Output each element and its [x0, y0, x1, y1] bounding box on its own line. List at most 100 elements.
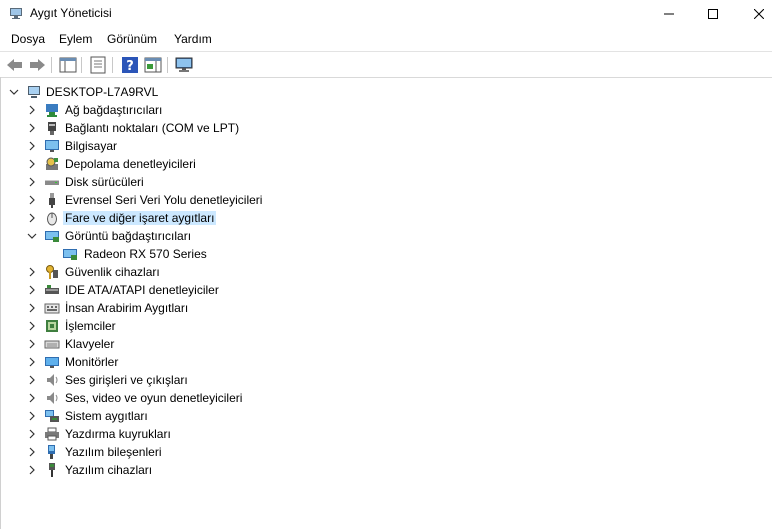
maximize-icon	[708, 8, 718, 19]
chevron-right-icon[interactable]	[26, 122, 38, 134]
tree-item-label: Fare ve diğer işaret aygıtları	[63, 211, 217, 225]
tree-item-keyboards[interactable]: Klavyeler	[0, 335, 320, 353]
speaker-icon	[47, 374, 58, 386]
tree-item-usb-controllers[interactable]: Evrensel Seri Veri Yolu denetleyicileri	[0, 191, 320, 209]
toolbar-separator	[112, 57, 113, 73]
device-manager-app-icon	[10, 8, 22, 19]
tree-item-hid[interactable]: İnsan Arabirim Aygıtları	[0, 299, 320, 317]
menu-gorunum[interactable]: Görünüm	[107, 32, 157, 46]
chevron-right-icon[interactable]	[26, 410, 38, 422]
tree-item-processors[interactable]: İşlemciler	[0, 317, 320, 335]
chevron-right-icon[interactable]	[26, 104, 38, 116]
tree-item-radeon-rx-570[interactable]: Radeon RX 570 Series	[0, 245, 320, 263]
monitor-icon	[45, 357, 59, 368]
chevron-right-icon[interactable]	[26, 374, 38, 386]
chevron-right-icon[interactable]	[26, 338, 38, 350]
printer-icon	[45, 427, 59, 441]
tree-item-label: IDE ATA/ATAPI denetleyiciler	[65, 283, 219, 297]
usb-icon	[49, 193, 55, 208]
forward-arrow-icon[interactable]	[27, 55, 47, 75]
menu-dosya[interactable]: Dosya	[11, 32, 45, 46]
tree-root[interactable]: DESKTOP-L7A9RVL	[0, 83, 300, 101]
chevron-right-icon[interactable]	[26, 212, 38, 224]
chevron-right-icon[interactable]	[26, 194, 38, 206]
tree-item-disk-drives[interactable]: Disk sürücüleri	[0, 173, 300, 191]
tree-item-label: Monitörler	[65, 355, 119, 369]
chevron-right-icon[interactable]	[26, 140, 38, 152]
sound-controller-icon	[47, 392, 58, 404]
tree-item-label: Bilgisayar	[65, 139, 118, 153]
tree-item-computer[interactable]: Bilgisayar	[0, 137, 300, 155]
chevron-right-icon[interactable]	[26, 302, 38, 314]
tree-item-sound-video-game[interactable]: Ses, video ve oyun denetleyicileri	[0, 389, 320, 407]
chevron-right-icon[interactable]	[26, 284, 38, 296]
tree-item-print-queues[interactable]: Yazdırma kuyrukları	[0, 425, 320, 443]
tree-item-ide-controllers[interactable]: IDE ATA/ATAPI denetleyiciler	[0, 281, 320, 299]
tree-item-storage-controllers[interactable]: Depolama denetleyicileri	[0, 155, 300, 173]
menu-eylem[interactable]: Eylem	[59, 32, 92, 46]
display-adapter-icon	[45, 231, 59, 242]
tree-item-software-devices[interactable]: Yazılım cihazları	[0, 461, 320, 479]
minimize-icon	[664, 13, 674, 14]
tree-item-security-devices[interactable]: Güvenlik cihazları	[0, 263, 320, 281]
chevron-down-icon[interactable]	[8, 86, 20, 98]
software-device-icon	[49, 463, 55, 477]
minimize-button[interactable]	[646, 0, 692, 27]
properties-icon[interactable]	[88, 55, 108, 75]
monitor-scan-icon[interactable]	[174, 55, 194, 75]
chevron-right-icon[interactable]	[26, 392, 38, 404]
show-hide-tree-icon[interactable]	[58, 55, 78, 75]
software-component-icon	[48, 445, 55, 459]
device-manager-window: Aygıt Yöneticisi Dosya Eylem Görünüm Yar…	[0, 0, 772, 529]
processor-icon	[46, 320, 58, 332]
tree-item-label: Güvenlik cihazları	[65, 265, 160, 279]
toolbar-separator	[51, 57, 52, 73]
chevron-right-icon[interactable]	[26, 176, 38, 188]
tree-item-display-adapters[interactable]: Görüntü bağdaştırıcıları	[0, 227, 320, 245]
tree-item-label: Bağlantı noktaları (COM ve LPT)	[65, 121, 240, 135]
tree-item-label: Ses, video ve oyun denetleyicileri	[65, 391, 243, 405]
close-icon	[754, 8, 764, 19]
tree-item-label: Klavyeler	[65, 337, 115, 351]
chevron-down-icon[interactable]	[26, 230, 38, 242]
tree-item-label: Görüntü bağdaştırıcıları	[65, 229, 192, 243]
help-icon[interactable]: ?	[120, 55, 140, 75]
hid-icon	[44, 303, 60, 314]
network-adapter-icon	[46, 104, 58, 117]
tree-root-label: DESKTOP-L7A9RVL	[46, 85, 159, 99]
computer-icon	[28, 86, 40, 98]
tree-item-label: Radeon RX 570 Series	[84, 247, 207, 261]
chevron-right-icon[interactable]	[26, 446, 38, 458]
menu-yardim[interactable]: Yardım	[174, 32, 212, 46]
toolbar: ?	[0, 51, 772, 77]
chevron-right-icon[interactable]	[26, 158, 38, 170]
tree-item-label: Yazılım bileşenleri	[65, 445, 162, 459]
chevron-right-icon[interactable]	[26, 428, 38, 440]
chevron-right-icon[interactable]	[26, 266, 38, 278]
disk-drive-icon	[45, 180, 59, 185]
pane-border	[0, 77, 1, 529]
tree-item-audio-io[interactable]: Ses girişleri ve çıkışları	[0, 371, 320, 389]
tree-item-monitors[interactable]: Monitörler	[0, 353, 320, 371]
mouse-icon	[47, 212, 57, 226]
tree-item-mice[interactable]: Fare ve diğer işaret aygıtları	[0, 209, 320, 227]
svg-text:?: ?	[126, 59, 134, 74]
chevron-right-icon[interactable]	[26, 320, 38, 332]
tree-item-ports[interactable]: Bağlantı noktaları (COM ve LPT)	[0, 119, 300, 137]
gpu-icon	[63, 249, 77, 260]
action-pane-icon[interactable]	[143, 55, 163, 75]
tree-item-system-devices[interactable]: Sistem aygıtları	[0, 407, 320, 425]
chevron-right-icon[interactable]	[26, 356, 38, 368]
tree-item-label: İnsan Arabirim Aygıtları	[65, 301, 189, 315]
computer-icon	[45, 140, 59, 152]
tree-item-label: Yazdırma kuyrukları	[65, 427, 171, 441]
tree-item-software-components[interactable]: Yazılım bileşenleri	[0, 443, 320, 461]
maximize-button[interactable]	[690, 0, 736, 27]
tree-item-label: Ses girişleri ve çıkışları	[65, 373, 188, 387]
system-device-icon	[45, 410, 59, 422]
back-arrow-icon[interactable]	[5, 55, 25, 75]
close-button[interactable]	[736, 0, 772, 27]
chevron-right-icon[interactable]	[26, 464, 38, 476]
tree-item-network-adapters[interactable]: Ağ bağdaştırıcıları	[0, 101, 300, 119]
port-icon	[48, 122, 56, 135]
